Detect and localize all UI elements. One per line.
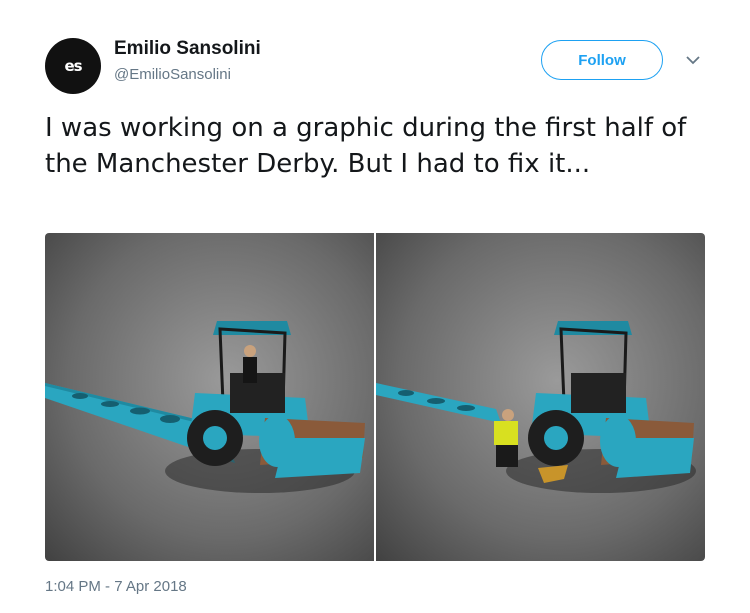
tweet-timestamp[interactable]: 1:04 PM - 7 Apr 2018 [45,578,187,595]
road-roller-image [45,233,374,561]
chevron-down-icon[interactable] [686,55,700,65]
follow-button[interactable]: Follow [541,40,663,80]
user-handle[interactable]: @EmilioSansolini [114,66,231,83]
tweet-image-right[interactable] [376,233,705,561]
display-name[interactable]: Emilio Sansolini [114,38,261,60]
road-roller-repair-image [376,233,705,561]
tweet-text: I was working on a graphic during the fi… [45,113,687,179]
avatar[interactable]: es [45,38,101,94]
avatar-initials: es [64,57,82,75]
tweet-image-left[interactable] [45,233,374,561]
